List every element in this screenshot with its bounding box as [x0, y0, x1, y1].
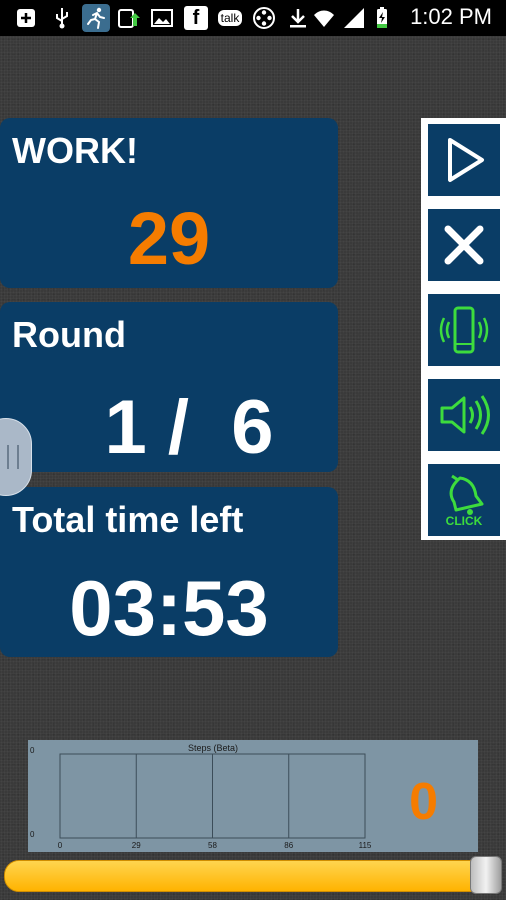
- usb-icon: [50, 6, 74, 30]
- clock-time: 1:02 PM: [410, 4, 492, 29]
- phase-countdown: 29: [127, 197, 211, 280]
- battery-charging-icon: [370, 6, 394, 30]
- running-icon: [82, 4, 110, 32]
- signal-icon: [342, 6, 366, 30]
- steps-count: 0: [409, 773, 438, 831]
- facebook-icon: f: [184, 6, 208, 30]
- x-tick-label: 86: [284, 841, 293, 850]
- add-notification-icon: [14, 6, 38, 30]
- play-button[interactable]: [428, 124, 500, 196]
- x-tick-label: 58: [208, 841, 217, 850]
- round-counter: 1 / 6: [104, 385, 274, 470]
- y-tick-label: 0: [30, 746, 35, 755]
- phase-label: WORK!: [12, 130, 138, 171]
- wifi-icon: [312, 6, 336, 30]
- vibrate-phone-icon: [439, 306, 489, 354]
- sync-upload-icon: [116, 6, 140, 30]
- play-icon: [448, 138, 484, 182]
- status-bar: f talk 1:02 PM: [0, 0, 506, 36]
- film-reel-icon: [252, 6, 276, 30]
- progress-thumb[interactable]: [470, 856, 503, 894]
- speaker-icon: [440, 395, 490, 435]
- grip-icon: [7, 445, 19, 469]
- round-label: Round: [12, 314, 126, 355]
- progress-fill: [5, 861, 487, 891]
- gallery-icon: [150, 6, 174, 30]
- total-time-label: Total time left: [12, 499, 244, 540]
- stop-button[interactable]: [428, 209, 500, 281]
- total-time-panel: Total time left 03:53: [0, 487, 338, 657]
- x-tick-label: 29: [132, 841, 141, 850]
- steps-chart: Steps (Beta) 0 29 58 86 115 0 0 0: [28, 740, 478, 852]
- close-icon: [444, 225, 484, 265]
- talk-icon: talk: [216, 6, 244, 30]
- download-icon: [286, 6, 310, 30]
- total-time-value: 03:53: [69, 564, 269, 652]
- x-tick-label: 0: [58, 841, 63, 850]
- x-tick-label: 115: [359, 841, 372, 850]
- control-toolbar: CLICK: [421, 118, 506, 540]
- vibrate-toggle-button[interactable]: [428, 294, 500, 366]
- y-tick-label: 0: [30, 830, 35, 839]
- workout-progress-bar: [4, 860, 502, 892]
- work-panel: WORK! 29: [0, 118, 338, 288]
- round-panel: Round 1 / 6: [0, 302, 338, 472]
- click-label: CLICK: [445, 514, 483, 528]
- sound-toggle-button[interactable]: [428, 379, 500, 451]
- click-sound-button[interactable]: CLICK: [428, 464, 500, 536]
- drawer-handle[interactable]: [0, 418, 32, 496]
